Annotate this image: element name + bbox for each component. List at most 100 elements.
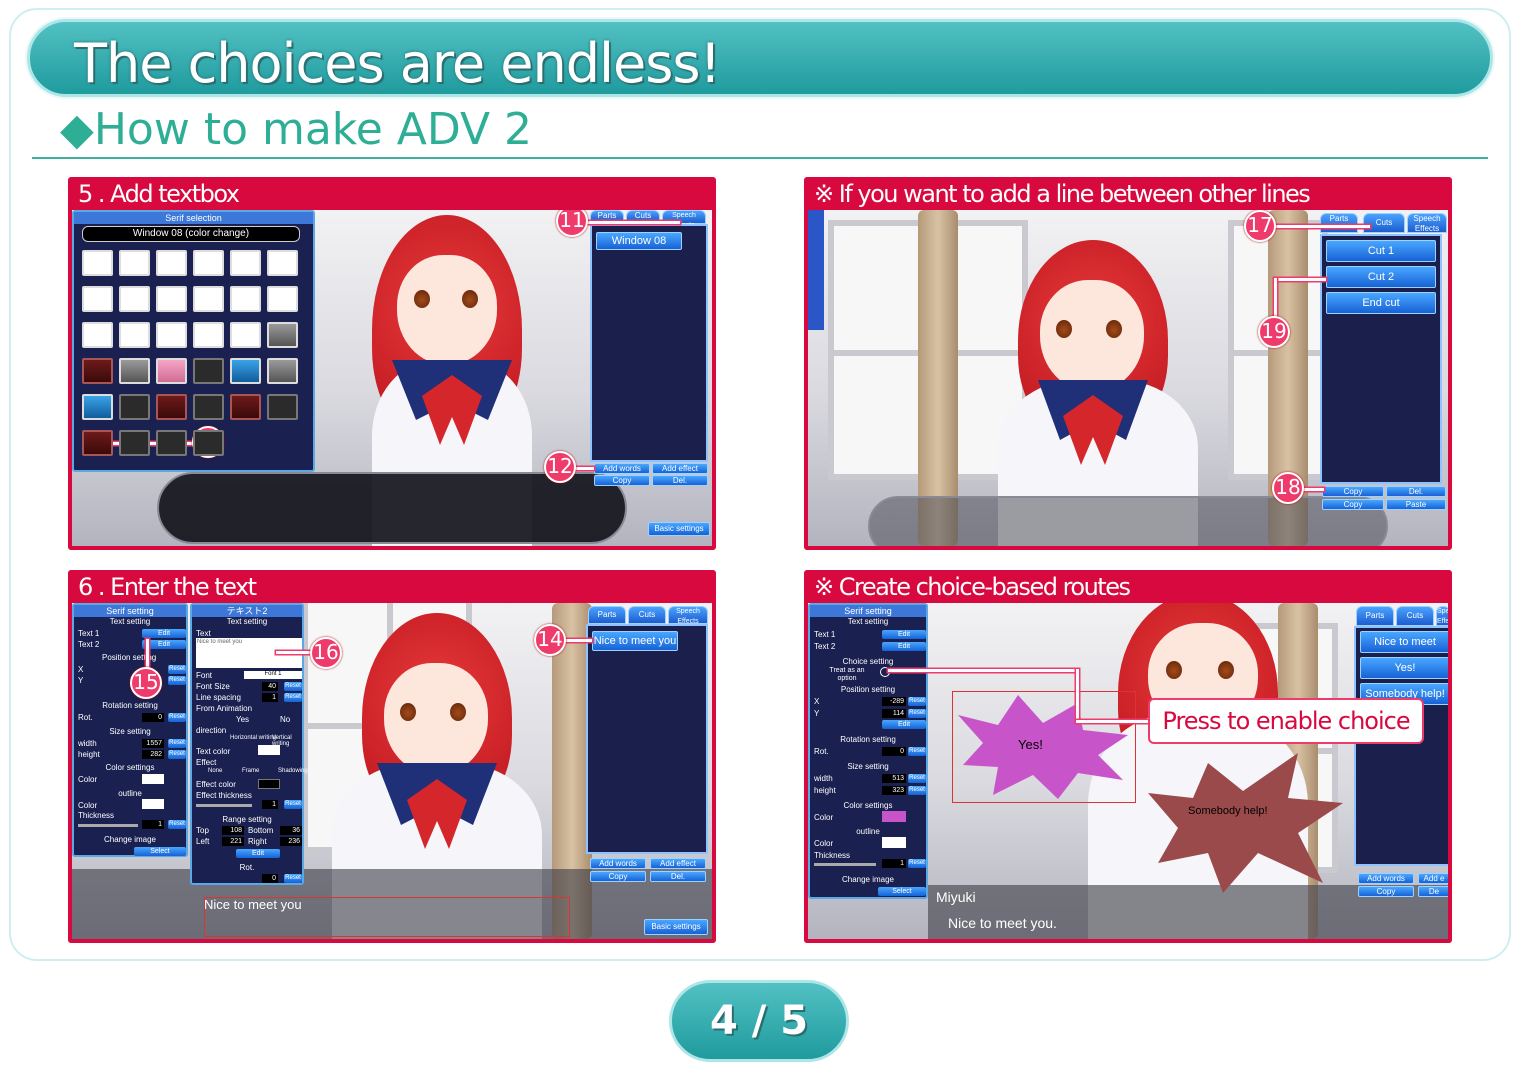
copy-button-2[interactable]: Copy bbox=[1322, 499, 1384, 510]
right-field[interactable]: 236 bbox=[280, 837, 302, 846]
effect-frame-radio[interactable]: Frame bbox=[242, 768, 259, 774]
textbox-thumbnail[interactable] bbox=[82, 430, 113, 456]
copy-button[interactable]: Copy bbox=[590, 871, 646, 882]
textbox-thumbnail[interactable] bbox=[193, 322, 224, 348]
list-item-nice-to-meet-you[interactable]: Nice to meet you bbox=[592, 631, 678, 651]
textbox-thumbnail[interactable] bbox=[156, 250, 187, 276]
y-field[interactable]: 114 bbox=[882, 709, 906, 718]
delete-button[interactable]: De bbox=[1418, 886, 1448, 897]
basic-settings-button[interactable]: Basic settings bbox=[644, 919, 708, 935]
textbox-thumbnail[interactable] bbox=[230, 286, 261, 312]
reset-x-button[interactable]: Reset bbox=[908, 697, 926, 706]
bubble-yes[interactable] bbox=[958, 695, 1128, 799]
textbox-thumbnail[interactable] bbox=[267, 322, 298, 348]
font-select[interactable]: Font 1 bbox=[244, 671, 302, 679]
text-color-swatch[interactable] bbox=[258, 745, 280, 755]
select-image-button[interactable]: Select bbox=[878, 887, 926, 896]
reset-rot-button[interactable]: Reset bbox=[168, 713, 186, 722]
textbox-thumbnail[interactable] bbox=[193, 394, 224, 420]
add-words-button[interactable]: Add words bbox=[590, 858, 646, 869]
textbox-thumbnail[interactable] bbox=[82, 358, 113, 384]
textbox-thumbnail[interactable] bbox=[82, 250, 113, 276]
color-swatch[interactable] bbox=[142, 774, 164, 784]
tab-speech-effects[interactable]: Speech Effects bbox=[1436, 606, 1448, 626]
textbox-thumbnail[interactable] bbox=[193, 358, 224, 384]
left-field[interactable]: 221 bbox=[222, 837, 244, 846]
top-field[interactable]: 108 bbox=[222, 826, 244, 835]
width-field[interactable]: 1557 bbox=[142, 739, 164, 748]
reset-x-button[interactable]: Reset bbox=[168, 665, 186, 674]
effect-thickness-field[interactable]: 1 bbox=[262, 800, 278, 809]
list-item-end-cut[interactable]: End cut bbox=[1326, 292, 1436, 314]
basic-settings-button[interactable]: Basic settings bbox=[648, 522, 710, 536]
list-item-cut1[interactable]: Cut 1 bbox=[1326, 240, 1436, 262]
rot-field[interactable]: 0 bbox=[882, 747, 906, 756]
edit-text1-button[interactable]: Edit bbox=[882, 630, 926, 639]
delete-button[interactable]: Del. bbox=[1386, 486, 1446, 497]
textbox-thumbnail[interactable] bbox=[119, 430, 150, 456]
reset-font-size-button[interactable]: Reset bbox=[284, 682, 302, 691]
rot-field[interactable]: 0 bbox=[142, 713, 164, 722]
edit-text1-button[interactable]: Edit bbox=[142, 629, 186, 638]
list-item-nice-to-meet[interactable]: Nice to meet bbox=[1360, 631, 1448, 653]
height-field[interactable]: 323 bbox=[882, 786, 906, 795]
color-swatch[interactable] bbox=[882, 811, 906, 822]
reset-effect-thickness-button[interactable]: Reset bbox=[284, 800, 302, 809]
list-item-window08[interactable]: Window 08 bbox=[596, 232, 682, 250]
delete-button[interactable]: Del. bbox=[650, 871, 706, 882]
effect-color-swatch[interactable] bbox=[258, 779, 280, 789]
reset-thickness-button[interactable]: Reset bbox=[908, 859, 926, 868]
effect-none-radio[interactable]: None bbox=[208, 768, 222, 774]
horizontal-radio[interactable]: Horizontal writing bbox=[230, 735, 276, 741]
add-effect-button[interactable]: Add effect bbox=[650, 858, 706, 869]
textbox-thumbnail[interactable] bbox=[156, 394, 187, 420]
line-spacing-field[interactable]: 1 bbox=[262, 693, 278, 702]
list-item-yes[interactable]: Yes! bbox=[1360, 657, 1448, 679]
copy-button[interactable]: Copy bbox=[1358, 886, 1414, 897]
textbox-thumbnail[interactable] bbox=[267, 250, 298, 276]
copy-button[interactable]: Copy bbox=[1322, 486, 1384, 497]
textbox-thumbnail[interactable] bbox=[156, 322, 187, 348]
tab-cuts[interactable]: Cuts bbox=[1396, 606, 1434, 626]
textbox-thumbnail[interactable] bbox=[267, 394, 298, 420]
font-size-field[interactable]: 40 bbox=[262, 682, 278, 691]
tab-parts[interactable]: Parts bbox=[588, 606, 626, 624]
textbox-thumbnail[interactable] bbox=[119, 286, 150, 312]
thickness-field[interactable]: 1 bbox=[142, 820, 164, 829]
add-words-button[interactable]: Add words bbox=[1358, 873, 1414, 884]
textbox-thumbnail[interactable] bbox=[230, 394, 261, 420]
textbox-thumbnail[interactable] bbox=[193, 286, 224, 312]
paste-button[interactable]: Paste bbox=[1386, 499, 1446, 510]
textbox-thumbnail[interactable] bbox=[119, 250, 150, 276]
thickness-field[interactable]: 1 bbox=[882, 859, 906, 868]
thickness-slider[interactable] bbox=[814, 863, 876, 866]
position-edit-button[interactable]: Edit bbox=[882, 720, 926, 729]
reset-y-button[interactable]: Reset bbox=[908, 709, 926, 718]
textbox-thumbnail[interactable] bbox=[119, 358, 150, 384]
tab-parts[interactable]: Parts bbox=[1320, 213, 1358, 233]
textbox-thumbnail[interactable] bbox=[193, 430, 224, 456]
bubble-help[interactable] bbox=[1148, 753, 1348, 893]
reset-line-spacing-button[interactable]: Reset bbox=[284, 693, 302, 702]
textbox-thumbnail[interactable] bbox=[230, 358, 261, 384]
select-image-button[interactable]: Select bbox=[134, 847, 186, 856]
range-edit-button[interactable]: Edit bbox=[236, 849, 280, 858]
range-rot-field[interactable]: 0 bbox=[262, 874, 278, 883]
bottom-field[interactable]: 36 bbox=[280, 826, 302, 835]
delete-button[interactable]: Del. bbox=[652, 475, 708, 486]
textbox-thumbnail[interactable] bbox=[119, 322, 150, 348]
reset-range-rot-button[interactable]: Reset bbox=[284, 874, 302, 883]
reset-height-button[interactable]: Reset bbox=[908, 786, 926, 795]
reset-width-button[interactable]: Reset bbox=[168, 739, 186, 748]
reset-thickness-button[interactable]: Reset bbox=[168, 820, 186, 829]
x-field[interactable]: -289 bbox=[882, 697, 906, 706]
textbox-thumbnail[interactable] bbox=[119, 394, 150, 420]
tab-speech-effects[interactable]: Speech Effects bbox=[1407, 213, 1447, 233]
list-item-cut2[interactable]: Cut 2 bbox=[1326, 266, 1436, 288]
height-field[interactable]: 282 bbox=[142, 750, 164, 759]
effect-thickness-slider[interactable] bbox=[196, 804, 252, 807]
textbox-thumbnail[interactable] bbox=[193, 250, 224, 276]
textbox-thumbnail[interactable] bbox=[230, 322, 261, 348]
anim-no-radio[interactable]: No bbox=[280, 715, 290, 724]
reset-y-button[interactable]: Reset bbox=[168, 676, 186, 685]
